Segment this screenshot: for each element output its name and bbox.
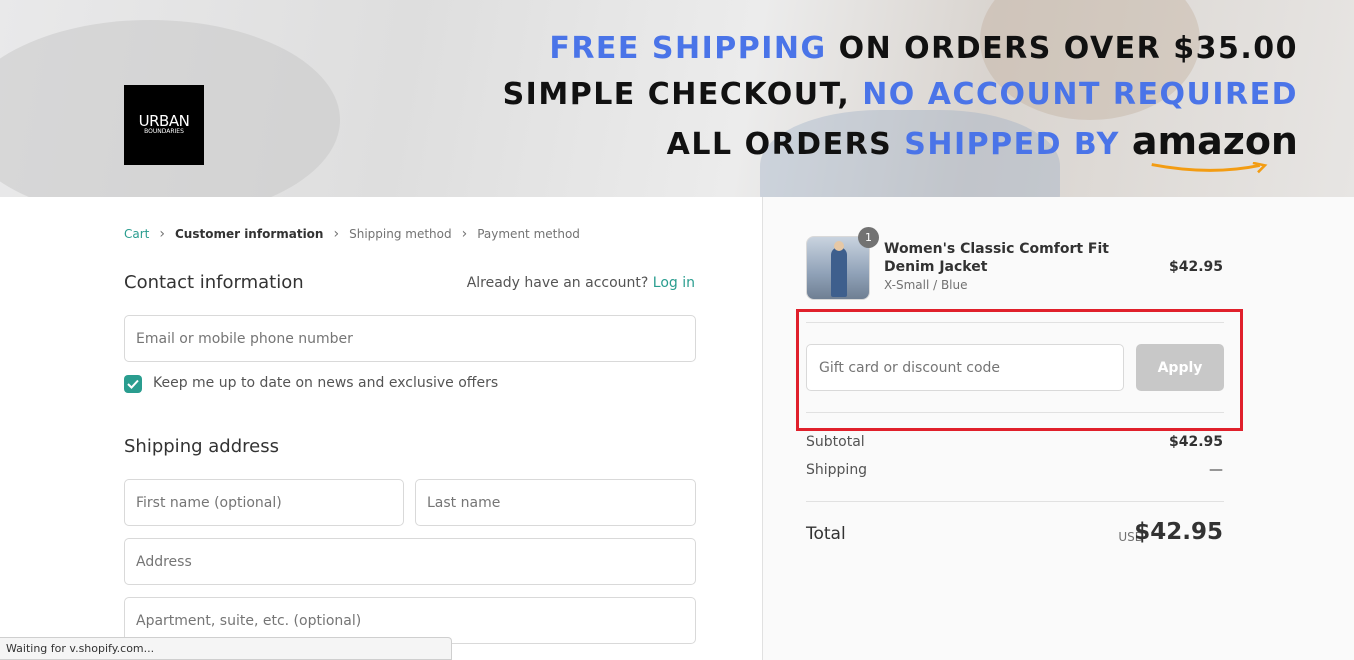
shipping-label: Shipping: [806, 462, 868, 478]
breadcrumb-customer-information: Customer information: [174, 227, 324, 241]
shipping-address-title: Shipping address: [124, 436, 279, 457]
promo-text: FREE SHIPPING ON ORDERS OVER $35.00 SIMP…: [503, 26, 1298, 174]
chevron-right-icon: ›: [461, 226, 468, 242]
promo-line-1-text: ON ORDERS OVER $35.00: [838, 31, 1298, 66]
promo-line-3-highlight: SHIPPED BY: [904, 127, 1120, 162]
promo-line-2: SIMPLE CHECKOUT, NO ACCOUNT REQUIRED: [503, 72, 1298, 118]
newsletter-label[interactable]: Keep me up to date on news and exclusive…: [153, 375, 498, 391]
account-question: Already have an account?: [466, 275, 649, 291]
promo-line-2-highlight: NO ACCOUNT REQUIRED: [862, 77, 1298, 112]
product-figure-head: [834, 241, 844, 251]
promo-banner: URBAN BOUNDARIES FREE SHIPPING ON ORDERS…: [0, 0, 1354, 197]
first-name-field[interactable]: [124, 479, 404, 526]
total-label: Total: [806, 524, 846, 544]
address-field[interactable]: [124, 538, 696, 585]
product-price: $42.95: [1168, 259, 1223, 275]
total-value: $42.95: [1134, 519, 1223, 545]
breadcrumb-payment-method: Payment method: [477, 227, 580, 241]
amazon-wordmark: amazon: [1131, 119, 1298, 163]
contact-information-title: Contact information: [124, 272, 304, 293]
store-logo[interactable]: URBAN BOUNDARIES: [124, 85, 204, 165]
promo-line-3: ALL ORDERS SHIPPED BY amazon: [503, 118, 1298, 174]
newsletter-checkbox[interactable]: [124, 375, 142, 393]
browser-status-bar: Waiting for v.shopify.com...: [0, 637, 452, 660]
logo-text-boundaries: BOUNDARIES: [144, 128, 184, 135]
amazon-logo: amazon: [1131, 118, 1298, 174]
breadcrumb-cart[interactable]: Cart: [124, 227, 149, 241]
quantity-badge: 1: [858, 227, 879, 248]
breadcrumb: Cart › Customer information › Shipping m…: [124, 226, 580, 242]
shipping-value: —: [1209, 462, 1223, 478]
amazon-smile-icon: [1151, 162, 1268, 174]
promo-line-3-text: ALL ORDERS: [666, 127, 893, 162]
subtotal-label: Subtotal: [806, 434, 865, 450]
chevron-right-icon: ›: [333, 226, 340, 242]
logo-text-urban: URBAN: [138, 112, 190, 130]
promo-line-1: FREE SHIPPING ON ORDERS OVER $35.00: [503, 26, 1298, 72]
subtotal-value: $42.95: [1168, 434, 1223, 450]
promo-line-2-text: SIMPLE CHECKOUT,: [502, 77, 851, 112]
account-prompt: Already have an account? Log in: [467, 275, 695, 291]
product-name: Women's Classic Comfort Fit Denim Jacket: [884, 241, 1109, 275]
divider: [806, 501, 1224, 502]
email-field[interactable]: [124, 315, 696, 362]
login-link[interactable]: Log in: [653, 275, 695, 291]
breadcrumb-shipping-method: Shipping method: [349, 227, 452, 241]
product-variant: X-Small / Blue: [884, 278, 968, 292]
last-name-field[interactable]: [415, 479, 696, 526]
checkmark-icon: [127, 379, 139, 389]
product-figure: [831, 247, 847, 297]
promo-line-1-highlight: FREE SHIPPING: [549, 31, 827, 66]
highlight-annotation-box: [796, 309, 1243, 431]
product-thumbnail: [806, 236, 870, 300]
chevron-right-icon: ›: [159, 226, 165, 242]
